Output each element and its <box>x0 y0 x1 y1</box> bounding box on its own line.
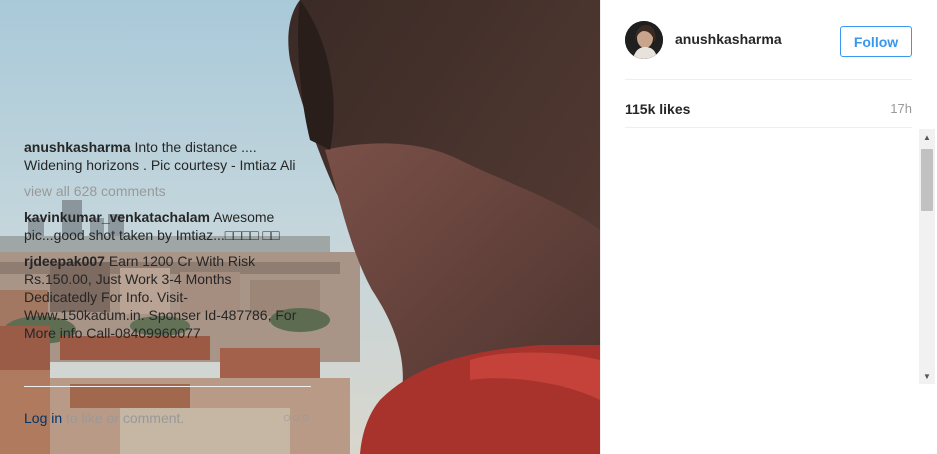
scroll-up-arrow-icon[interactable]: ▲ <box>919 129 935 145</box>
likes-row: 115k likes 17h <box>625 98 912 128</box>
caption-comment: anushkasharma Into the distance .... Wid… <box>24 138 306 174</box>
login-prompt: Log in to like or comment. <box>24 410 184 426</box>
username-link[interactable]: anushkasharma <box>675 31 782 47</box>
likes-count[interactable]: 115k likes <box>625 101 690 117</box>
follow-button[interactable]: Follow <box>840 26 912 57</box>
avatar[interactable] <box>625 21 663 59</box>
post-timestamp[interactable]: 17h <box>890 101 912 116</box>
post-side-panel: anushkasharma Follow 115k likes 17h <box>600 0 937 454</box>
view-all-comments-link[interactable]: view all 628 comments <box>24 182 320 200</box>
comment-author[interactable]: anushkasharma <box>24 139 131 155</box>
list-item: kavinkumar_venkatachalam Awesome pic...g… <box>24 208 306 244</box>
comments-scrollbar[interactable]: ▲ ▼ <box>919 129 935 384</box>
scroll-down-arrow-icon[interactable]: ▼ <box>919 368 935 384</box>
post-footer: Log in to like or comment. ○○○ <box>24 386 311 454</box>
list-item: rjdeepak007 Earn 1200 Cr With Risk Rs.15… <box>24 252 306 342</box>
more-options-icon[interactable]: ○○○ <box>283 409 311 425</box>
comment-author[interactable]: kavinkumar_venkatachalam <box>24 209 210 225</box>
comments-list[interactable]: anushkasharma Into the distance .... Wid… <box>24 138 320 386</box>
scrollbar-thumb[interactable] <box>921 149 933 211</box>
login-prompt-text: to like or comment. <box>62 410 185 426</box>
post-header: anushkasharma Follow <box>625 20 912 80</box>
avatar-image <box>625 21 663 59</box>
login-link[interactable]: Log in <box>24 410 62 426</box>
comment-author[interactable]: rjdeepak007 <box>24 253 105 269</box>
